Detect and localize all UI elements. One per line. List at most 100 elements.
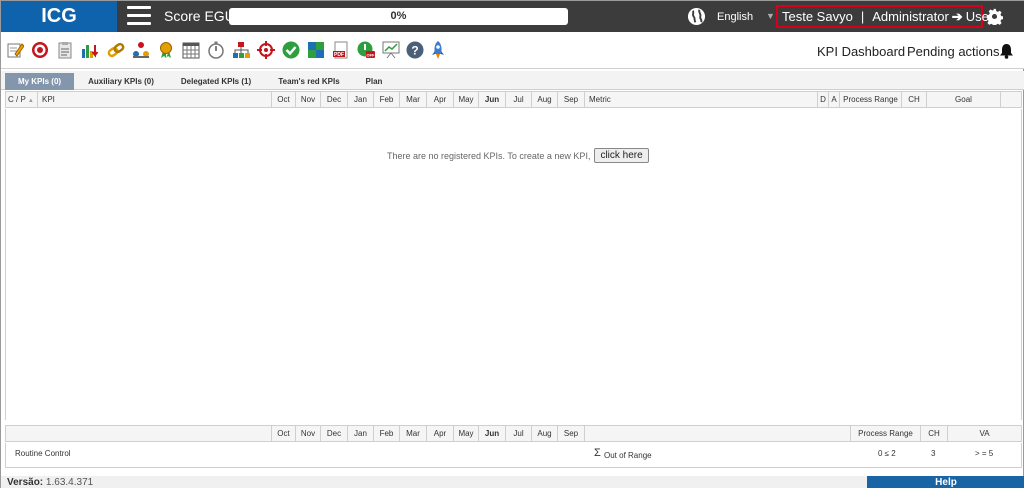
sigma-icon: Σ <box>594 447 601 459</box>
footer-month-jan: Jan <box>348 426 374 441</box>
header-month-nov[interactable]: Nov <box>296 92 321 107</box>
footer-month-jun: Jun <box>479 426 506 441</box>
empty-message: There are no registered KPIs. To create … <box>387 150 591 161</box>
header-month-feb[interactable]: Feb <box>374 92 400 107</box>
header-month-jun[interactable]: Jun <box>479 92 506 107</box>
footer-month-feb: Feb <box>374 426 400 441</box>
footer-month-mar: Mar <box>400 426 427 441</box>
bar-chart-down-icon[interactable] <box>81 41 99 59</box>
arrow-right-icon: ➔ <box>951 8 963 24</box>
tab-plan[interactable]: Plan <box>358 73 390 90</box>
footer-header-gap <box>585 426 851 441</box>
svg-text:OFF: OFF <box>367 53 376 58</box>
gear-icon[interactable] <box>986 8 1004 27</box>
pending-actions-link[interactable]: Pending actions <box>907 44 1000 59</box>
user-role: Administrator <box>872 9 949 24</box>
version-info: Versão: 1.63.4.371 <box>7 477 93 488</box>
score-progress-bar: 0% <box>229 8 568 25</box>
tab-auxiliary-kpis[interactable]: Auxiliary KPIs (0) <box>81 73 161 90</box>
app-logo[interactable]: ICG <box>1 1 117 32</box>
app-window: ICG Score EGU: 0% English ▼ Teste Savyo … <box>0 0 1024 488</box>
routine-control-label: Routine Control <box>15 449 71 458</box>
presentation-icon[interactable] <box>382 41 400 59</box>
footer-header-ch: CH <box>921 426 948 441</box>
kpi-grid-header: C / P ▲ KPI Oct Nov Dec Jan Feb Mar Apr … <box>5 91 1022 108</box>
ch-value: 3 <box>931 449 936 458</box>
empty-state: There are no registered KPIs. To create … <box>387 148 649 163</box>
crosshair-icon[interactable] <box>257 41 275 59</box>
chevron-down-icon[interactable]: ▼ <box>766 11 775 21</box>
tab-bar: My KPIs (0) Auxiliary KPIs (0) Delegated… <box>1 71 1024 90</box>
language-selector[interactable]: English <box>717 11 753 23</box>
user-impersonation-box[interactable]: Teste Savyo | Administrator ➔ User1 <box>776 5 1000 28</box>
svg-text:PDF: PDF <box>334 52 344 58</box>
header-month-mar[interactable]: Mar <box>400 92 427 107</box>
header-month-oct[interactable]: Oct <box>272 92 296 107</box>
rocket-icon[interactable] <box>429 41 447 59</box>
ribbon-award-icon[interactable] <box>157 41 175 59</box>
footer-month-aug: Aug <box>532 426 558 441</box>
help-button[interactable]: Help <box>867 476 1024 488</box>
footer-header-spacer <box>6 426 272 441</box>
header-metric[interactable]: Metric <box>585 92 818 107</box>
hamburger-menu-icon[interactable] <box>127 6 151 27</box>
footer-month-nov: Nov <box>296 426 321 441</box>
calendar-grid-icon[interactable] <box>182 41 200 59</box>
footer-month-apr: Apr <box>427 426 454 441</box>
score-label: Score EGU: <box>164 8 239 24</box>
out-of-range-label: Out of Range <box>604 451 652 460</box>
stopwatch-icon[interactable] <box>207 41 225 59</box>
target-icon[interactable] <box>31 41 49 59</box>
globe-icon[interactable] <box>687 7 706 26</box>
create-kpi-button[interactable]: click here <box>594 148 649 163</box>
separator: | <box>860 9 865 24</box>
pdf-report-icon[interactable]: PDF <box>332 41 350 59</box>
tab-my-kpis[interactable]: My KPIs (0) <box>5 73 74 90</box>
footer-month-may: May <box>454 426 479 441</box>
hierarchy-icon[interactable] <box>232 41 250 59</box>
puzzle-icon[interactable] <box>307 41 325 59</box>
routine-grid-header: Oct Nov Dec Jan Feb Mar Apr May Jun Jul … <box>5 425 1022 442</box>
org-chart-icon[interactable] <box>132 41 150 59</box>
user-name: Teste Savyo <box>782 9 853 24</box>
header-month-sep[interactable]: Sep <box>558 92 585 107</box>
help-icon[interactable]: ? <box>406 41 424 59</box>
header-process-range[interactable]: Process Range <box>840 92 902 107</box>
kpi-dashboard-link[interactable]: KPI Dashboard <box>817 44 905 59</box>
va-value: > = 5 <box>975 449 994 458</box>
version-label: Versão: <box>7 477 44 488</box>
header-kpi[interactable]: KPI <box>38 92 272 107</box>
checkmark-icon[interactable] <box>282 41 300 59</box>
header-cp[interactable]: C / P ▲ <box>6 92 38 107</box>
header-ch[interactable]: CH <box>902 92 927 107</box>
header-month-apr[interactable]: Apr <box>427 92 454 107</box>
header-goal[interactable]: Goal <box>927 92 1001 107</box>
edit-icon[interactable] <box>6 41 24 59</box>
header-cp-label: C / P <box>8 95 26 104</box>
link-icon[interactable] <box>107 41 125 59</box>
tab-delegated-kpis[interactable]: Delegated KPIs (1) <box>173 73 259 90</box>
tab-teams-red-kpis[interactable]: Team's red KPIs <box>271 73 347 90</box>
header-month-dec[interactable]: Dec <box>321 92 348 107</box>
header-month-jan[interactable]: Jan <box>348 92 374 107</box>
svg-text:?: ? <box>411 44 418 58</box>
header-a[interactable]: A <box>829 92 840 107</box>
process-range-value: 0 ≤ 2 <box>878 449 896 458</box>
footer-month-sep: Sep <box>558 426 585 441</box>
routine-control-row: Routine Control Σ Out of Range 0 ≤ 2 3 >… <box>5 443 1022 468</box>
header-month-jul[interactable]: Jul <box>506 92 532 107</box>
footer-header-va: VA <box>979 429 990 438</box>
footer-month-oct: Oct <box>272 426 296 441</box>
header-month-may[interactable]: May <box>454 92 479 107</box>
clipboard-icon[interactable] <box>56 41 74 59</box>
top-bar: ICG Score EGU: 0% English ▼ Teste Savyo … <box>1 1 1024 32</box>
header-month-aug[interactable]: Aug <box>532 92 558 107</box>
version-number: 1.63.4.371 <box>45 477 94 488</box>
footer-header-process-range: Process Range <box>851 426 921 441</box>
chart-off-icon[interactable]: OFF <box>357 41 375 59</box>
sort-asc-icon[interactable]: ▲ <box>28 98 34 104</box>
footer-month-dec: Dec <box>321 426 348 441</box>
footer-month-jul: Jul <box>506 426 532 441</box>
bell-icon[interactable] <box>999 43 1014 59</box>
header-d[interactable]: D <box>818 92 829 107</box>
